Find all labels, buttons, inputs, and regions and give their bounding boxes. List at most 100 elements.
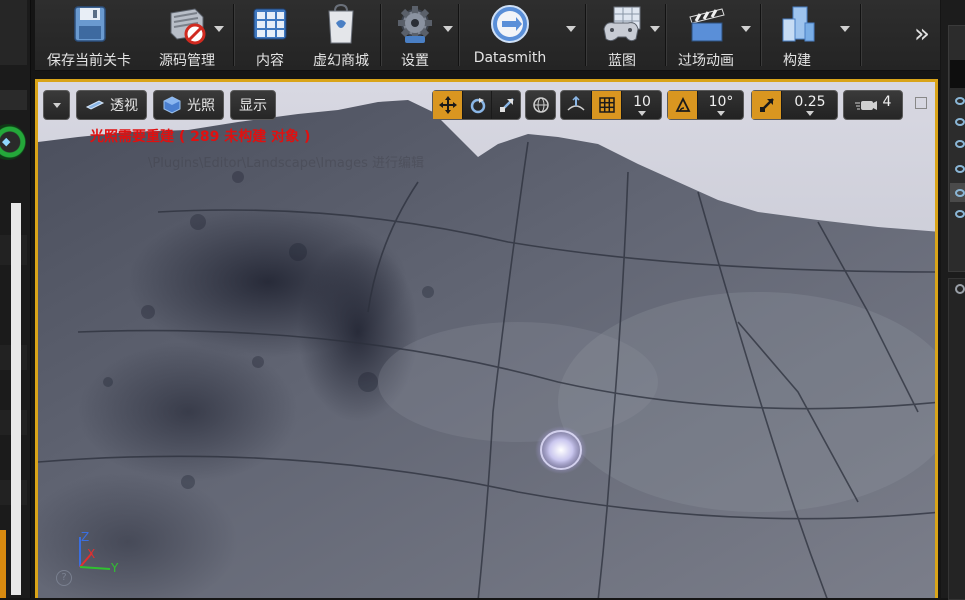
grid-snap-group: 10 bbox=[560, 90, 662, 120]
surface-snap-button[interactable] bbox=[561, 91, 591, 119]
toolbar-separator bbox=[665, 4, 666, 66]
rotation-snap-value: 10° bbox=[708, 94, 734, 110]
visibility-eye-icon[interactable] bbox=[955, 165, 965, 173]
content-icon bbox=[253, 8, 287, 40]
ghost-status-text: \Plugins\Editor\Landscape\Images 进行编辑 bbox=[148, 156, 425, 171]
toolbar-separator bbox=[860, 4, 861, 66]
visibility-eye-icon[interactable] bbox=[955, 97, 965, 105]
content-label: 内容 bbox=[256, 53, 284, 69]
chevron-down-icon bbox=[717, 111, 725, 116]
chevron-down-icon[interactable] bbox=[741, 26, 751, 32]
source-control-icon bbox=[170, 8, 206, 45]
details-panel bbox=[948, 278, 965, 600]
scale-snap-icon bbox=[759, 98, 774, 112]
chevron-down-icon[interactable] bbox=[840, 26, 850, 32]
chevron-down-icon bbox=[52, 102, 61, 108]
scale-tool-button[interactable] bbox=[491, 91, 521, 119]
visibility-eye-icon[interactable] bbox=[955, 140, 965, 148]
scale-snap-value: 0.25 bbox=[794, 94, 826, 110]
content-button[interactable]: 内容 bbox=[241, 0, 299, 70]
camera-speed-button[interactable]: 4 bbox=[843, 90, 903, 120]
blueprints-button[interactable]: 蓝图 bbox=[591, 0, 653, 70]
help-icon[interactable]: ? bbox=[56, 570, 72, 586]
cinematics-label: 过场动画 bbox=[678, 53, 734, 69]
marketplace-icon bbox=[328, 3, 354, 44]
rotation-snap-value-dropdown[interactable]: 10° bbox=[697, 91, 744, 119]
settings-button[interactable]: 设置 bbox=[387, 0, 443, 70]
perspective-icon bbox=[85, 100, 105, 110]
grid-snap-value-dropdown[interactable]: 10 bbox=[621, 91, 662, 119]
toolbar-separator bbox=[585, 4, 586, 66]
visibility-eye-icon[interactable] bbox=[955, 210, 965, 218]
save-level-button[interactable]: 保存当前关卡 bbox=[41, 0, 137, 70]
double-chevron-right-icon[interactable]: » bbox=[908, 14, 936, 54]
toolbar-separator bbox=[458, 4, 459, 66]
grid-snap-value: 10 bbox=[633, 94, 651, 110]
marketplace-label: 虚幻商城 bbox=[313, 53, 369, 69]
globe-icon bbox=[532, 97, 549, 113]
settings-label: 设置 bbox=[401, 53, 429, 69]
angle-icon bbox=[675, 96, 690, 112]
camera-speed-icon bbox=[854, 101, 877, 110]
grid-icon bbox=[599, 97, 615, 113]
chevron-down-icon[interactable] bbox=[650, 26, 660, 32]
left-panel-header bbox=[0, 0, 27, 65]
transform-tools-group bbox=[432, 90, 521, 120]
scale-snap-toggle[interactable] bbox=[752, 91, 781, 119]
build-button[interactable]: 构建 bbox=[765, 0, 829, 70]
world-local-toggle-button[interactable] bbox=[525, 90, 556, 120]
axis-z-label: Z bbox=[81, 530, 89, 544]
scale-snap-value-dropdown[interactable]: 0.25 bbox=[781, 91, 838, 119]
datasmith-label: Datasmith bbox=[473, 50, 547, 66]
axis-y-label: Y bbox=[110, 561, 119, 575]
blueprint-icon bbox=[603, 6, 641, 42]
source-control-button[interactable]: 源码管理 bbox=[145, 0, 229, 70]
lighting-mode-button[interactable]: 光照 bbox=[153, 90, 224, 120]
scale-icon bbox=[499, 98, 514, 112]
left-active-tab-marker bbox=[0, 530, 6, 598]
save-icon bbox=[74, 6, 106, 42]
perspective-button[interactable]: 透视 bbox=[76, 90, 147, 120]
left-scrollbar[interactable] bbox=[11, 203, 21, 595]
chevron-down-icon bbox=[638, 111, 646, 116]
axis-x-label: X bbox=[87, 547, 95, 561]
grid-snap-toggle[interactable] bbox=[591, 91, 622, 119]
translate-icon bbox=[438, 96, 457, 114]
search-icon[interactable] bbox=[955, 284, 965, 294]
perspective-label: 透视 bbox=[110, 98, 138, 114]
level-viewport[interactable]: 透视 光照 显示 10 10° 0.25 4 光照需要重建 (289 未构建 … bbox=[35, 79, 938, 598]
blueprints-label: 蓝图 bbox=[608, 53, 636, 69]
surface-snap-icon bbox=[567, 96, 585, 111]
toolbar-separator bbox=[233, 4, 234, 66]
toolbar-separator bbox=[380, 4, 381, 66]
camera-speed-value: 4 bbox=[882, 94, 892, 110]
marketplace-button[interactable]: 虚幻商城 bbox=[307, 0, 375, 70]
left-panel-row bbox=[0, 90, 27, 110]
maximize-viewport-icon[interactable] bbox=[915, 97, 927, 109]
lighting-label: 光照 bbox=[187, 98, 215, 114]
datasmith-icon bbox=[491, 5, 529, 43]
show-button[interactable]: 显示 bbox=[230, 90, 276, 120]
cinematics-button[interactable]: 过场动画 bbox=[671, 0, 741, 70]
chevron-down-icon[interactable] bbox=[214, 26, 224, 32]
translate-tool-button[interactable] bbox=[433, 91, 462, 119]
viewport-options-button[interactable] bbox=[43, 90, 70, 120]
visibility-eye-icon[interactable] bbox=[955, 118, 965, 126]
build-icon bbox=[782, 6, 815, 42]
lighting-rebuild-warning: 光照需要重建 ( 289 未构建 对象 ) bbox=[90, 129, 311, 145]
show-label: 显示 bbox=[239, 98, 267, 114]
source-control-label: 源码管理 bbox=[159, 53, 215, 69]
save-level-label: 保存当前关卡 bbox=[47, 53, 131, 69]
rotation-snap-toggle[interactable] bbox=[668, 91, 697, 119]
right-panel-strip bbox=[941, 0, 965, 600]
rotate-tool-button[interactable] bbox=[462, 91, 492, 119]
datasmith-button[interactable]: Datasmith bbox=[465, 0, 555, 70]
cinematics-icon bbox=[689, 8, 725, 42]
chevron-down-icon bbox=[806, 111, 814, 116]
chevron-down-icon[interactable] bbox=[566, 26, 576, 32]
scale-snap-group: 0.25 bbox=[751, 90, 838, 120]
chevron-down-icon[interactable] bbox=[443, 26, 453, 32]
axis-gizmo: Z X Y bbox=[79, 530, 119, 575]
outliner-header bbox=[950, 60, 965, 88]
visibility-eye-icon[interactable] bbox=[955, 189, 965, 197]
